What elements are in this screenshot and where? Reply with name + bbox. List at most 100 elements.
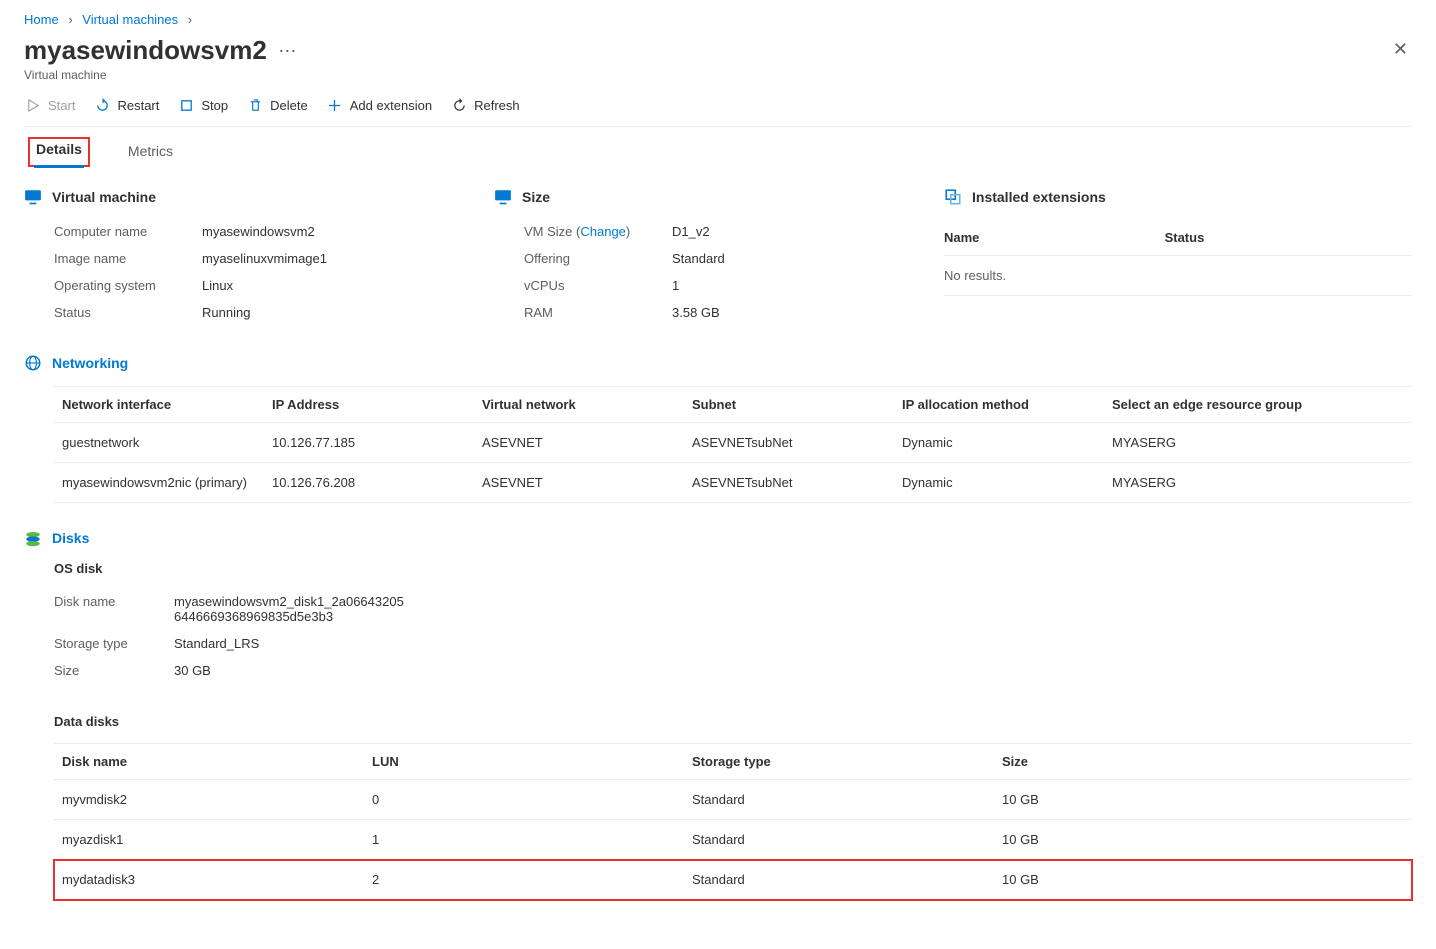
dd-col-disk-name: Disk name <box>54 744 364 780</box>
stop-icon <box>177 96 195 114</box>
data-disks-table: Disk name LUN Storage type Size myvmdisk… <box>54 743 1412 900</box>
cell-lun: 0 <box>364 780 684 820</box>
table-row[interactable]: mydatadisk32Standard10 GB <box>54 860 1412 900</box>
cell-diskName: myazdisk1 <box>54 820 364 860</box>
title-block: myasewindowsvm2 ⋯ Virtual machine <box>24 35 296 82</box>
net-col-vnet: Virtual network <box>474 387 684 423</box>
cell-ip: 10.126.77.185 <box>264 423 474 463</box>
breadcrumb-home[interactable]: Home <box>24 12 59 27</box>
section-extensions-heading: Installed extensions <box>944 188 1412 206</box>
play-icon <box>24 96 42 114</box>
cell-erg: MYASERG <box>1104 423 1412 463</box>
vm-heading-text: Virtual machine <box>52 189 156 205</box>
cell-ip: 10.126.76.208 <box>264 463 474 503</box>
value-os-size: 30 GB <box>174 663 404 678</box>
value-offering: Standard <box>672 251 924 266</box>
section-vm-heading: Virtual machine <box>24 188 474 206</box>
label-ram: RAM <box>524 305 672 320</box>
breadcrumb-vms[interactable]: Virtual machines <box>82 12 178 27</box>
disks-icon <box>24 529 42 547</box>
ext-empty: No results. <box>944 256 1412 296</box>
cell-nic: guestnetwork <box>54 423 264 463</box>
value-ram: 3.58 GB <box>672 305 924 320</box>
restart-label: Restart <box>117 98 159 113</box>
monitor-icon <box>494 188 512 206</box>
delete-label: Delete <box>270 98 308 113</box>
tab-details-highlight: Details <box>28 137 90 167</box>
close-button[interactable]: ✕ <box>1389 35 1412 64</box>
net-col-ip: IP Address <box>264 387 474 423</box>
net-col-erg: Select an edge resource group <box>1104 387 1412 423</box>
cell-vnet: ASEVNET <box>474 423 684 463</box>
cell-nic: myasewindowsvm2nic (primary) <box>54 463 264 503</box>
cell-lun: 2 <box>364 860 684 900</box>
section-disks-heading[interactable]: Disks <box>24 529 1412 547</box>
section-size-heading: Size <box>494 188 924 206</box>
cell-alloc: Dynamic <box>894 423 1104 463</box>
value-vmsize: D1_v2 <box>672 224 924 239</box>
cell-lun: 1 <box>364 820 684 860</box>
cell-size: 10 GB <box>994 780 1412 820</box>
change-size-link[interactable]: Change <box>580 224 626 239</box>
tab-metrics[interactable]: Metrics <box>126 137 175 167</box>
cell-diskName: mydatadisk3 <box>54 860 364 900</box>
table-row[interactable]: myasewindowsvm2nic (primary)10.126.76.20… <box>54 463 1412 503</box>
net-col-alloc: IP allocation method <box>894 387 1104 423</box>
chevron-right-icon: › <box>68 12 72 27</box>
monitor-icon <box>24 188 42 206</box>
size-heading-text: Size <box>522 189 550 205</box>
more-dots-icon[interactable]: ⋯ <box>278 41 296 61</box>
disks-heading-text: Disks <box>52 530 89 546</box>
table-row[interactable]: myvmdisk20Standard10 GB <box>54 780 1412 820</box>
networking-heading-text: Networking <box>52 355 128 371</box>
label-computer-name: Computer name <box>54 224 202 239</box>
cell-vnet: ASEVNET <box>474 463 684 503</box>
cell-alloc: Dynamic <box>894 463 1104 503</box>
label-os: Operating system <box>54 278 202 293</box>
label-vmsize: VM Size (Change) <box>524 224 672 239</box>
tab-details[interactable]: Details <box>34 135 84 168</box>
cell-diskName: myvmdisk2 <box>54 780 364 820</box>
chevron-right-icon: › <box>188 12 192 27</box>
cell-storageType: Standard <box>684 820 994 860</box>
delete-button[interactable]: Delete <box>246 96 308 114</box>
value-computer-name: myasewindowsvm2 <box>202 224 474 239</box>
value-image-name: myaselinuxvmimage1 <box>202 251 474 266</box>
value-status: Running <box>202 305 474 320</box>
label-size: Size <box>54 663 174 678</box>
dd-col-size: Size <box>994 744 1412 780</box>
table-row[interactable]: guestnetwork10.126.77.185ASEVNETASEVNETs… <box>54 423 1412 463</box>
extensions-heading-text: Installed extensions <box>972 189 1106 205</box>
value-os: Linux <box>202 278 474 293</box>
cell-storageType: Standard <box>684 780 994 820</box>
page-subtitle: Virtual machine <box>24 68 296 82</box>
section-networking-heading[interactable]: Networking <box>24 354 1412 372</box>
start-button[interactable]: Start <box>24 96 75 114</box>
table-row[interactable]: myazdisk11Standard10 GB <box>54 820 1412 860</box>
cell-erg: MYASERG <box>1104 463 1412 503</box>
value-vcpus: 1 <box>672 278 924 293</box>
restart-button[interactable]: Restart <box>93 96 159 114</box>
label-disk-name: Disk name <box>54 594 174 624</box>
cell-subnet: ASEVNETsubNet <box>684 423 894 463</box>
value-os-storage-type: Standard_LRS <box>174 636 404 651</box>
restart-icon <box>93 96 111 114</box>
extension-icon <box>944 188 962 206</box>
label-image-name: Image name <box>54 251 202 266</box>
page-title: myasewindowsvm2 <box>24 35 267 66</box>
label-offering: Offering <box>524 251 672 266</box>
cell-size: 10 GB <box>994 860 1412 900</box>
stop-button[interactable]: Stop <box>177 96 228 114</box>
dd-col-storage-type: Storage type <box>684 744 994 780</box>
add-extension-button[interactable]: Add extension <box>326 96 432 114</box>
cell-size: 10 GB <box>994 820 1412 860</box>
label-status: Status <box>54 305 202 320</box>
refresh-button[interactable]: Refresh <box>450 96 520 114</box>
label-storage-type: Storage type <box>54 636 174 651</box>
dd-col-lun: LUN <box>364 744 684 780</box>
breadcrumb: Home › Virtual machines › <box>24 8 1412 35</box>
net-col-nic: Network interface <box>54 387 264 423</box>
label-vcpus: vCPUs <box>524 278 672 293</box>
globe-icon <box>24 354 42 372</box>
networking-table: Network interface IP Address Virtual net… <box>54 386 1412 503</box>
